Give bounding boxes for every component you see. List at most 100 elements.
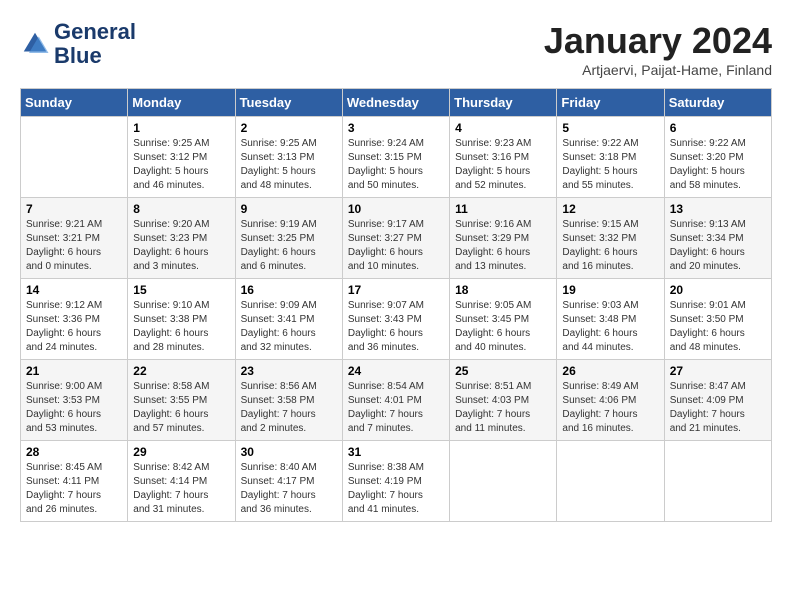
- calendar-day-cell: 4 Sunrise: 9:23 AM Sunset: 3:16 PM Daylig…: [450, 117, 557, 198]
- calendar-header-row: SundayMondayTuesdayWednesdayThursdayFrid…: [21, 89, 772, 117]
- day-of-week-header: Thursday: [450, 89, 557, 117]
- day-number: 2: [241, 121, 337, 135]
- day-number: 27: [670, 364, 766, 378]
- day-number: 13: [670, 202, 766, 216]
- day-of-week-header: Friday: [557, 89, 664, 117]
- day-number: 6: [670, 121, 766, 135]
- calendar-day-cell: 3 Sunrise: 9:24 AM Sunset: 3:15 PM Daylig…: [342, 117, 449, 198]
- calendar-day-cell: 23Sunrise: 8:56 AM Sunset: 3:58 PM Dayli…: [235, 360, 342, 441]
- calendar-day-cell: 16Sunrise: 9:09 AM Sunset: 3:41 PM Dayli…: [235, 279, 342, 360]
- day-info: Sunrise: 9:10 AM Sunset: 3:38 PM Dayligh…: [133, 299, 229, 355]
- day-info: Sunrise: 9:13 AM Sunset: 3:34 PM Dayligh…: [670, 218, 766, 274]
- day-number: 28: [26, 445, 122, 459]
- day-number: 10: [348, 202, 444, 216]
- day-info: Sunrise: 8:58 AM Sunset: 3:55 PM Dayligh…: [133, 380, 229, 436]
- day-info: Sunrise: 9:05 AM Sunset: 3:45 PM Dayligh…: [455, 299, 551, 355]
- calendar-day-cell: 24 Sunrise: 8:54 AM Sunset: 4:01 PM Dayli…: [342, 360, 449, 441]
- logo-icon: [20, 29, 50, 59]
- calendar-day-cell: 6 Sunrise: 9:22 AM Sunset: 3:20 PM Daylig…: [664, 117, 771, 198]
- day-of-week-header: Monday: [128, 89, 235, 117]
- day-of-week-header: Wednesday: [342, 89, 449, 117]
- day-number: 29: [133, 445, 229, 459]
- day-info: Sunrise: 8:51 AM Sunset: 4:03 PM Dayligh…: [455, 380, 551, 436]
- day-info: Sunrise: 9:15 AM Sunset: 3:32 PM Dayligh…: [562, 218, 658, 274]
- day-info: Sunrise: 9:22 AM Sunset: 3:18 PM Dayligh…: [562, 137, 658, 193]
- calendar-week-row: 1 Sunrise: 9:25 AM Sunset: 3:12 PM Daylig…: [21, 117, 772, 198]
- day-number: 19: [562, 283, 658, 297]
- page-header: General Blue January 2024 Artjaervi, Pai…: [20, 20, 772, 78]
- day-number: 7: [26, 202, 122, 216]
- calendar-day-cell: 11 Sunrise: 9:16 AM Sunset: 3:29 PM Dayli…: [450, 198, 557, 279]
- day-info: Sunrise: 9:03 AM Sunset: 3:48 PM Dayligh…: [562, 299, 658, 355]
- day-number: 22: [133, 364, 229, 378]
- day-info: Sunrise: 9:25 AM Sunset: 3:12 PM Dayligh…: [133, 137, 229, 193]
- calendar-week-row: 21 Sunrise: 9:00 AM Sunset: 3:53 PM Dayli…: [21, 360, 772, 441]
- calendar-week-row: 7 Sunrise: 9:21 AM Sunset: 3:21 PM Daylig…: [21, 198, 772, 279]
- month-title: January 2024: [544, 20, 772, 62]
- day-of-week-header: Sunday: [21, 89, 128, 117]
- calendar-day-cell: 19 Sunrise: 9:03 AM Sunset: 3:48 PM Dayli…: [557, 279, 664, 360]
- day-number: 17: [348, 283, 444, 297]
- calendar-day-cell: [21, 117, 128, 198]
- day-info: Sunrise: 8:54 AM Sunset: 4:01 PM Dayligh…: [348, 380, 444, 436]
- day-number: 15: [133, 283, 229, 297]
- calendar-day-cell: 17Sunrise: 9:07 AM Sunset: 3:43 PM Dayli…: [342, 279, 449, 360]
- day-number: 8: [133, 202, 229, 216]
- calendar-day-cell: 2 Sunrise: 9:25 AM Sunset: 3:13 PM Daylig…: [235, 117, 342, 198]
- day-number: 21: [26, 364, 122, 378]
- calendar-day-cell: 7 Sunrise: 9:21 AM Sunset: 3:21 PM Daylig…: [21, 198, 128, 279]
- calendar-day-cell: [664, 441, 771, 522]
- day-info: Sunrise: 8:47 AM Sunset: 4:09 PM Dayligh…: [670, 380, 766, 436]
- calendar-day-cell: 13 Sunrise: 9:13 AM Sunset: 3:34 PM Dayli…: [664, 198, 771, 279]
- day-number: 23: [241, 364, 337, 378]
- calendar-day-cell: 5Sunrise: 9:22 AM Sunset: 3:18 PM Daylig…: [557, 117, 664, 198]
- day-number: 30: [241, 445, 337, 459]
- day-number: 3: [348, 121, 444, 135]
- day-info: Sunrise: 8:45 AM Sunset: 4:11 PM Dayligh…: [26, 461, 122, 517]
- day-info: Sunrise: 9:21 AM Sunset: 3:21 PM Dayligh…: [26, 218, 122, 274]
- location-subtitle: Artjaervi, Paijat-Hame, Finland: [544, 62, 772, 78]
- day-info: Sunrise: 9:19 AM Sunset: 3:25 PM Dayligh…: [241, 218, 337, 274]
- calendar-table: SundayMondayTuesdayWednesdayThursdayFrid…: [20, 88, 772, 522]
- day-info: Sunrise: 8:42 AM Sunset: 4:14 PM Dayligh…: [133, 461, 229, 517]
- calendar-day-cell: 27 Sunrise: 8:47 AM Sunset: 4:09 PM Dayli…: [664, 360, 771, 441]
- day-number: 18: [455, 283, 551, 297]
- day-number: 24: [348, 364, 444, 378]
- calendar-week-row: 14Sunrise: 9:12 AM Sunset: 3:36 PM Dayli…: [21, 279, 772, 360]
- calendar-day-cell: 31Sunrise: 8:38 AM Sunset: 4:19 PM Dayli…: [342, 441, 449, 522]
- day-number: 4: [455, 121, 551, 135]
- calendar-day-cell: 18 Sunrise: 9:05 AM Sunset: 3:45 PM Dayli…: [450, 279, 557, 360]
- day-number: 9: [241, 202, 337, 216]
- day-info: Sunrise: 9:25 AM Sunset: 3:13 PM Dayligh…: [241, 137, 337, 193]
- day-number: 11: [455, 202, 551, 216]
- day-info: Sunrise: 9:22 AM Sunset: 3:20 PM Dayligh…: [670, 137, 766, 193]
- calendar-day-cell: 29 Sunrise: 8:42 AM Sunset: 4:14 PM Dayli…: [128, 441, 235, 522]
- day-info: Sunrise: 9:00 AM Sunset: 3:53 PM Dayligh…: [26, 380, 122, 436]
- day-number: 1: [133, 121, 229, 135]
- calendar-week-row: 28 Sunrise: 8:45 AM Sunset: 4:11 PM Dayli…: [21, 441, 772, 522]
- calendar-day-cell: 20 Sunrise: 9:01 AM Sunset: 3:50 PM Dayli…: [664, 279, 771, 360]
- calendar-day-cell: 1 Sunrise: 9:25 AM Sunset: 3:12 PM Daylig…: [128, 117, 235, 198]
- day-number: 26: [562, 364, 658, 378]
- day-info: Sunrise: 9:16 AM Sunset: 3:29 PM Dayligh…: [455, 218, 551, 274]
- day-number: 12: [562, 202, 658, 216]
- calendar-day-cell: 12 Sunrise: 9:15 AM Sunset: 3:32 PM Dayli…: [557, 198, 664, 279]
- calendar-day-cell: 22 Sunrise: 8:58 AM Sunset: 3:55 PM Dayli…: [128, 360, 235, 441]
- title-block: January 2024 Artjaervi, Paijat-Hame, Fin…: [544, 20, 772, 78]
- day-number: 31: [348, 445, 444, 459]
- logo-text: General Blue: [54, 20, 136, 68]
- day-of-week-header: Saturday: [664, 89, 771, 117]
- day-info: Sunrise: 9:23 AM Sunset: 3:16 PM Dayligh…: [455, 137, 551, 193]
- day-number: 20: [670, 283, 766, 297]
- calendar-day-cell: [450, 441, 557, 522]
- day-number: 16: [241, 283, 337, 297]
- day-info: Sunrise: 9:24 AM Sunset: 3:15 PM Dayligh…: [348, 137, 444, 193]
- calendar-day-cell: 28 Sunrise: 8:45 AM Sunset: 4:11 PM Dayli…: [21, 441, 128, 522]
- day-info: Sunrise: 9:12 AM Sunset: 3:36 PM Dayligh…: [26, 299, 122, 355]
- day-info: Sunrise: 9:01 AM Sunset: 3:50 PM Dayligh…: [670, 299, 766, 355]
- calendar-day-cell: 8 Sunrise: 9:20 AM Sunset: 3:23 PM Daylig…: [128, 198, 235, 279]
- calendar-day-cell: 25Sunrise: 8:51 AM Sunset: 4:03 PM Dayli…: [450, 360, 557, 441]
- calendar-day-cell: 30Sunrise: 8:40 AM Sunset: 4:17 PM Dayli…: [235, 441, 342, 522]
- day-info: Sunrise: 9:17 AM Sunset: 3:27 PM Dayligh…: [348, 218, 444, 274]
- day-info: Sunrise: 9:20 AM Sunset: 3:23 PM Dayligh…: [133, 218, 229, 274]
